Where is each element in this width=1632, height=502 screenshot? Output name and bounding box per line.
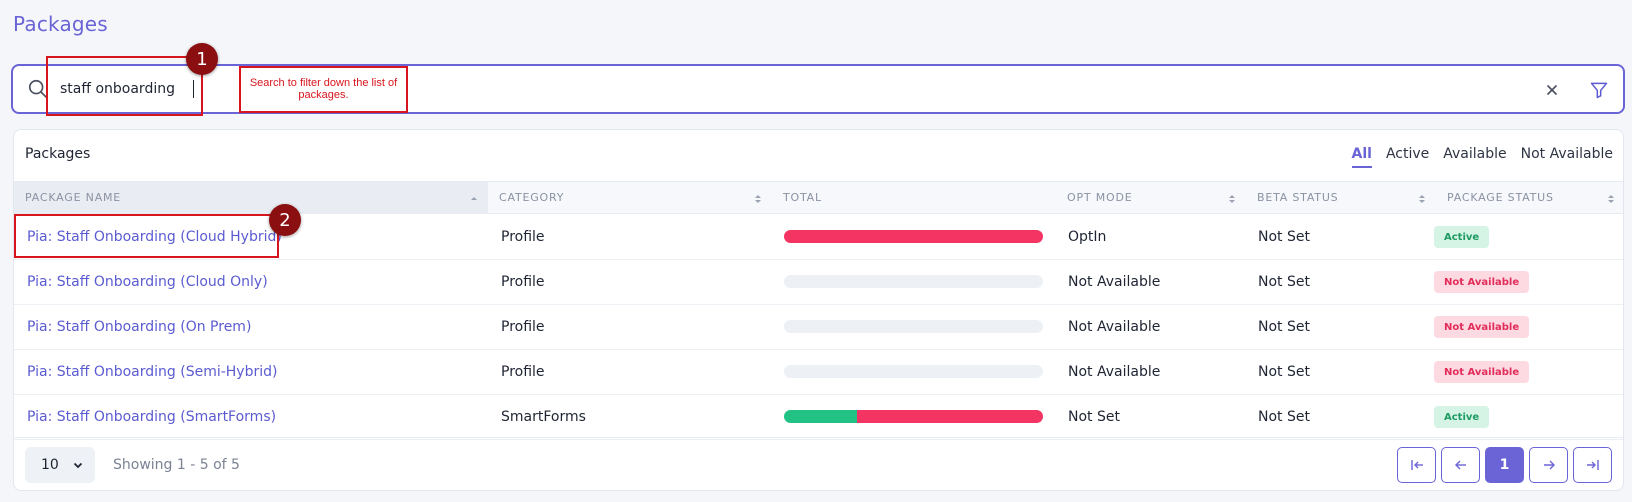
- sort-icon: [1229, 195, 1235, 203]
- table-row[interactable]: Pia: Staff Onboarding (On Prem) Profile No…: [14, 305, 1623, 350]
- table-footer: 10 Showing 1 - 5 of 5 1: [14, 437, 1623, 490]
- category-cell: Profile: [501, 229, 545, 245]
- package-name-link[interactable]: Pia: Staff Onboarding (Semi-Hybrid): [27, 350, 277, 394]
- annotation-tooltip: Search to filter down the list of packag…: [239, 66, 408, 113]
- card-title: Packages: [25, 146, 91, 162]
- annotation-badge-2: 2: [269, 204, 301, 236]
- status-badge: Not Available: [1434, 271, 1530, 293]
- category-cell: Profile: [501, 319, 545, 335]
- filter-icon[interactable]: [1589, 80, 1609, 100]
- status-badge: Active: [1434, 406, 1490, 428]
- page-size-value: 10: [41, 457, 59, 473]
- beta-status-cell: Not Set: [1258, 229, 1310, 245]
- package-name-link[interactable]: Pia: Staff Onboarding (SmartForms): [27, 395, 276, 439]
- column-header-total: TOTAL: [772, 182, 1056, 213]
- package-name-link[interactable]: Pia: Staff Onboarding (Cloud Only): [27, 260, 268, 304]
- progress-segment: [784, 410, 857, 423]
- column-header-beta-status[interactable]: BETA STATUS: [1246, 182, 1436, 213]
- filter-tab-available[interactable]: Available: [1443, 146, 1506, 168]
- opt-mode-cell: Not Set: [1068, 409, 1120, 425]
- showing-count: Showing 1 - 5 of 5: [113, 457, 240, 473]
- column-label: CATEGORY: [499, 191, 565, 204]
- category-cell: SmartForms: [501, 409, 586, 425]
- first-page-button[interactable]: [1397, 447, 1436, 483]
- column-label: TOTAL: [783, 191, 822, 204]
- table-row[interactable]: Pia: Staff Onboarding (SmartForms) SmartF…: [14, 395, 1623, 440]
- total-progress-bar: [784, 320, 1043, 333]
- pagination: 1: [1392, 447, 1612, 483]
- previous-page-button[interactable]: [1441, 447, 1480, 483]
- annotation-highlight-first-row: [14, 214, 279, 258]
- table-header: PACKAGE NAME CATEGORY TOTAL OPT MODE BET…: [14, 181, 1623, 214]
- annotation-badge-1: 1: [186, 43, 218, 75]
- progress-segment: [856, 410, 1043, 423]
- annotation-highlight-search: [46, 56, 203, 116]
- opt-mode-cell: Not Available: [1068, 319, 1161, 335]
- opt-mode-cell: Not Available: [1068, 364, 1161, 380]
- page-button-current[interactable]: 1: [1485, 447, 1524, 483]
- opt-mode-cell: Not Available: [1068, 274, 1161, 290]
- last-page-icon: [1586, 460, 1599, 470]
- status-badge: Not Available: [1434, 361, 1530, 383]
- table-row[interactable]: Pia: Staff Onboarding (Cloud Only) Profil…: [14, 260, 1623, 305]
- sort-icon: [1608, 195, 1614, 203]
- opt-mode-cell: OptIn: [1068, 229, 1107, 245]
- progress-segment: [784, 230, 1043, 243]
- beta-status-cell: Not Set: [1258, 274, 1310, 290]
- filter-tab-active[interactable]: Active: [1386, 146, 1429, 168]
- arrow-left-icon: [1454, 460, 1466, 470]
- category-cell: Profile: [501, 274, 545, 290]
- last-page-button[interactable]: [1573, 447, 1612, 483]
- arrow-right-icon: [1543, 460, 1555, 470]
- package-name-link[interactable]: Pia: Staff Onboarding (On Prem): [27, 305, 251, 349]
- packages-card: Packages All Active Available Not Availa…: [13, 129, 1624, 491]
- total-progress-bar: [784, 365, 1043, 378]
- status-filter-tabs: All Active Available Not Available: [1338, 146, 1613, 168]
- column-header-category[interactable]: CATEGORY: [488, 182, 772, 213]
- column-label: BETA STATUS: [1257, 191, 1339, 204]
- beta-status-cell: Not Set: [1258, 364, 1310, 380]
- beta-status-cell: Not Set: [1258, 409, 1310, 425]
- close-icon[interactable]: [1543, 81, 1561, 99]
- page-title: Packages: [13, 12, 108, 36]
- sort-icon: [755, 195, 761, 203]
- column-label: OPT MODE: [1067, 191, 1133, 204]
- column-label: PACKAGE NAME: [25, 191, 122, 204]
- status-badge: Active: [1434, 226, 1490, 248]
- sort-ascending-icon: [471, 197, 477, 200]
- beta-status-cell: Not Set: [1258, 319, 1310, 335]
- column-header-package-status[interactable]: PACKAGE STATUS: [1436, 182, 1623, 213]
- chevron-down-icon: [73, 462, 83, 469]
- next-page-button[interactable]: [1529, 447, 1568, 483]
- filter-tab-not-available[interactable]: Not Available: [1521, 146, 1613, 168]
- column-header-opt-mode[interactable]: OPT MODE: [1056, 182, 1246, 213]
- total-progress-bar: [784, 230, 1043, 243]
- table-row[interactable]: Pia: Staff Onboarding (Semi-Hybrid) Profi…: [14, 350, 1623, 395]
- status-badge: Not Available: [1434, 316, 1530, 338]
- column-label: PACKAGE STATUS: [1447, 191, 1554, 204]
- first-page-icon: [1410, 460, 1423, 470]
- page-size-select[interactable]: 10: [25, 447, 95, 483]
- total-progress-bar: [784, 275, 1043, 288]
- total-progress-bar: [784, 410, 1043, 423]
- column-header-package-name[interactable]: PACKAGE NAME: [14, 182, 488, 213]
- category-cell: Profile: [501, 364, 545, 380]
- filter-tab-all[interactable]: All: [1351, 146, 1372, 168]
- sort-icon: [1419, 195, 1425, 203]
